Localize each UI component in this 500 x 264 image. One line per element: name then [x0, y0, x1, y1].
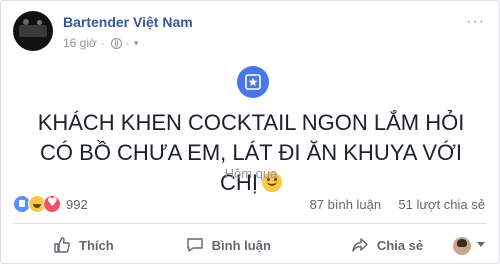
- post-time[interactable]: 16 giờ: [63, 36, 97, 50]
- globe-icon: [110, 37, 122, 49]
- post-timestamp: Hôm qua: [224, 166, 278, 181]
- thumbs-up-icon: [54, 237, 70, 253]
- comment-button[interactable]: Bình luận: [186, 236, 271, 254]
- post-card: Bartender Việt Nam 16 giờ · · ▾ ··· KHÁC…: [0, 0, 500, 264]
- like-button[interactable]: Thích: [53, 236, 114, 254]
- reaction-count[interactable]: 992: [66, 197, 88, 212]
- divider: [13, 223, 487, 224]
- chevron-down-icon[interactable]: ▾: [134, 38, 139, 49]
- love-reaction-icon: [43, 195, 61, 213]
- chevron-down-icon[interactable]: [477, 242, 485, 247]
- page-name-link[interactable]: Bartender Việt Nam: [63, 14, 193, 30]
- comment-label: Bình luận: [211, 237, 271, 253]
- post-text-content: KHÁCH KHEN COCKTAIL NGON LẮM HỎI CÓ BỒ C…: [37, 110, 465, 195]
- meta-separator-2: ·: [125, 36, 130, 50]
- avatar-image: [19, 19, 47, 37]
- star-icon: [245, 74, 261, 90]
- meta-separator: ·: [100, 36, 105, 50]
- viewer-avatar[interactable]: [453, 237, 471, 255]
- action-bar: Thích Bình luận Chia sẻ: [13, 229, 489, 261]
- post-meta: 16 giờ · · ▾: [63, 36, 138, 50]
- reactions-summary[interactable]: 992: [13, 195, 88, 213]
- comment-icon: [186, 238, 203, 252]
- share-icon: [352, 238, 368, 252]
- share-label: Chia sẻ: [376, 237, 424, 253]
- more-options-icon[interactable]: ···: [466, 13, 485, 31]
- star-badge-icon: [237, 66, 269, 98]
- post-text: KHÁCH KHEN COCKTAIL NGON LẮM HỎI CÓ BỒ C…: [21, 108, 481, 198]
- engagement-counts: 87 bình luận 51 lượt chia sẻ: [310, 197, 485, 212]
- share-button[interactable]: Chia sẻ: [351, 236, 423, 254]
- share-count-link[interactable]: 51 lượt chia sẻ: [398, 197, 485, 212]
- like-label: Thích: [79, 237, 114, 253]
- page-avatar[interactable]: [13, 11, 53, 51]
- comment-count-link[interactable]: 87 bình luận: [310, 197, 382, 212]
